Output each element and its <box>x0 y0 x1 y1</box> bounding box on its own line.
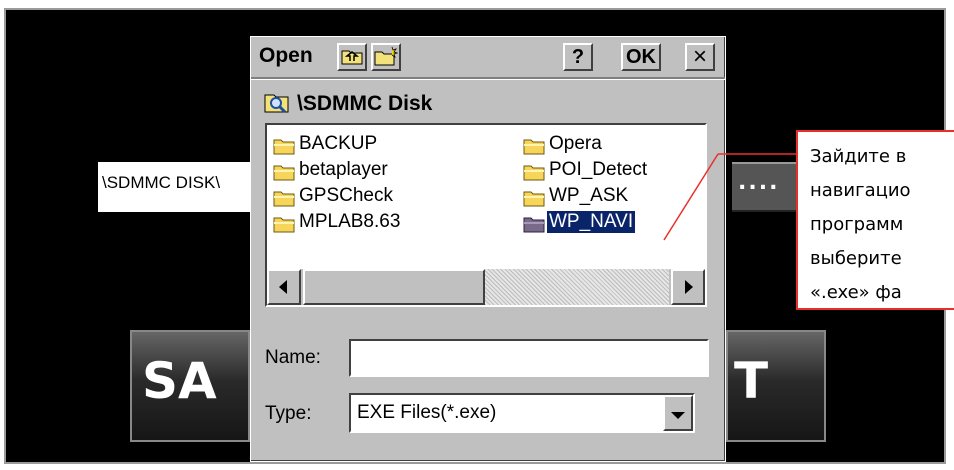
instruction-callout: Зайдите в навигацио программ выберите «.… <box>796 130 954 310</box>
horizontal-scrollbar[interactable] <box>267 269 705 305</box>
path-field[interactable]: \SDMMC DISK\ <box>98 162 254 212</box>
callout-line: «.exe» фа <box>810 282 902 303</box>
start-button-label: T <box>734 352 769 410</box>
drive-search-icon <box>264 94 289 114</box>
up-folder-button[interactable] <box>337 43 367 71</box>
open-dialog: Open ? OK × \SDMMC Disk BACKUP betaplaye… <box>250 36 726 462</box>
type-select-value: EXE Files(*.exe) <box>357 402 497 423</box>
browse-button[interactable]: .... <box>732 162 804 212</box>
callout-line: Зайдите в <box>810 146 907 167</box>
close-button[interactable]: × <box>685 43 715 71</box>
list-item-label: MPLAB8.63 <box>299 211 401 232</box>
chevron-down-icon <box>671 412 685 419</box>
arrow-left-icon <box>279 280 287 294</box>
ok-button[interactable]: OK <box>621 43 661 71</box>
callout-line: навигацио <box>810 180 911 201</box>
callout-line: программ <box>810 214 904 235</box>
titlebar-divider <box>251 77 725 80</box>
dialog-titlebar: Open ? OK × <box>251 37 725 77</box>
list-item-label: WP_NAVI <box>545 210 637 234</box>
list-item-label: GPSCheck <box>299 185 393 206</box>
folder-icon <box>523 139 545 155</box>
scroll-right-button[interactable] <box>671 269 705 305</box>
screenshot: \SDMMC DISK\ .... SA T Open ? OK × \SDMM… <box>0 0 954 470</box>
save-button-label: SA <box>142 352 217 410</box>
arrow-right-icon <box>685 280 693 294</box>
path-field-text: \SDMMC DISK\ <box>102 173 221 192</box>
new-folder-button[interactable] <box>371 43 401 71</box>
folder-icon <box>523 191 545 207</box>
folder-icon <box>273 217 295 233</box>
folder-icon <box>523 217 545 233</box>
folder-icon <box>273 165 295 181</box>
name-label: Name: <box>265 347 321 368</box>
type-dropdown-button[interactable] <box>663 395 693 431</box>
file-list[interactable]: BACKUP betaplayer GPSCheck MPLAB8.63 Ope… <box>265 123 707 307</box>
browse-button-label: .... <box>738 170 780 195</box>
new-folder-icon <box>374 46 398 66</box>
folder-icon <box>273 139 295 155</box>
folder-icon <box>523 165 545 181</box>
list-item-label: WP_ASK <box>549 185 629 206</box>
start-button[interactable]: T <box>726 330 826 442</box>
scroll-left-button[interactable] <box>267 269 301 305</box>
up-folder-icon <box>341 50 363 65</box>
dialog-title: Open <box>259 44 313 67</box>
scroll-thumb[interactable] <box>303 269 485 305</box>
current-folder-label: \SDMMC Disk <box>297 92 433 115</box>
save-button[interactable]: SA <box>130 330 250 442</box>
list-item-label: BACKUP <box>299 133 378 154</box>
callout-line: выберите <box>810 248 902 269</box>
folder-icon <box>273 191 295 207</box>
type-select[interactable]: EXE Files(*.exe) <box>349 393 695 433</box>
scroll-track[interactable] <box>485 269 669 305</box>
name-input[interactable] <box>349 339 709 377</box>
list-item-label: betaplayer <box>299 159 388 180</box>
help-button[interactable]: ? <box>563 43 593 71</box>
type-label: Type: <box>265 403 312 424</box>
list-item-label: POI_Detect <box>549 159 648 180</box>
list-item-label: Opera <box>549 133 602 154</box>
